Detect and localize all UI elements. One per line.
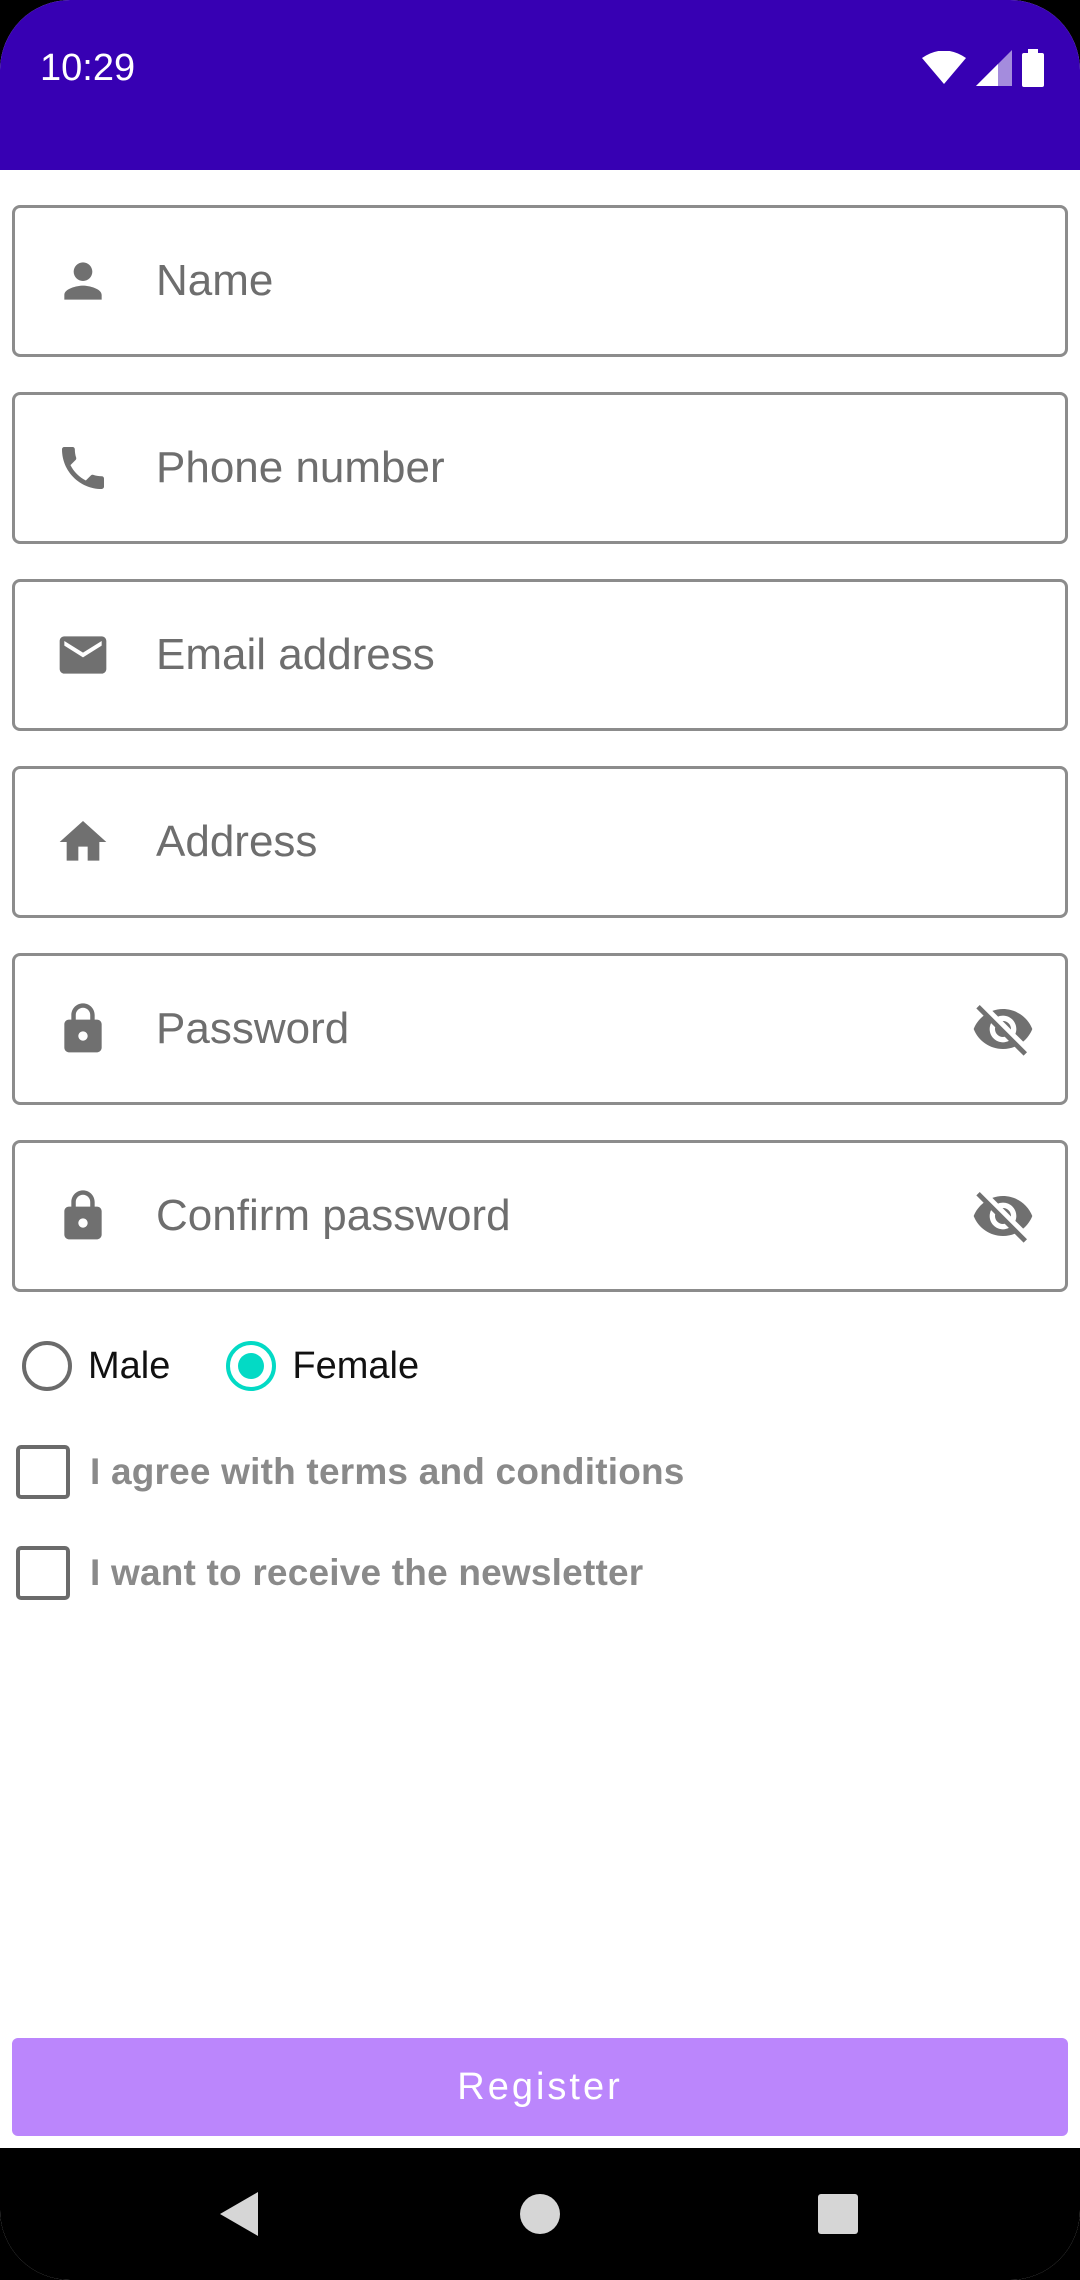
address-field[interactable]: Address: [12, 766, 1068, 918]
confirm-password-field[interactable]: Confirm password: [12, 1140, 1068, 1292]
radio-label-male: Male: [88, 1344, 171, 1387]
wifi-icon: [922, 51, 966, 84]
radio-female[interactable]: Female: [226, 1341, 419, 1391]
newsletter-checkbox[interactable]: [16, 1546, 70, 1600]
radio-button[interactable]: [22, 1341, 72, 1391]
recents-icon[interactable]: [808, 2184, 868, 2244]
register-button[interactable]: Register: [12, 2038, 1068, 2136]
address-placeholder: Address: [156, 817, 318, 866]
home-icon: [59, 821, 107, 861]
visibility-off-icon[interactable]: [971, 997, 1035, 1061]
app-screen: 10:29 Name Phone number Email address Ad…: [0, 0, 1080, 2280]
terms-label: I agree with terms and conditions: [90, 1451, 685, 1492]
password-placeholder: Password: [156, 1004, 350, 1053]
radio-male[interactable]: Male: [22, 1341, 170, 1391]
radio-button-selected[interactable]: [226, 1341, 277, 1391]
status-time: 10:29: [40, 47, 136, 89]
name-field[interactable]: Name: [12, 205, 1068, 357]
phone-icon: [62, 447, 104, 489]
lock-icon: [64, 1190, 102, 1240]
name-placeholder: Name: [156, 256, 274, 305]
confirm-password-placeholder: Confirm password: [156, 1191, 511, 1240]
phone-field[interactable]: Phone number: [12, 392, 1068, 544]
email-placeholder: Email address: [156, 630, 435, 679]
password-field[interactable]: Password: [12, 953, 1068, 1105]
radio-label-female: Female: [292, 1344, 420, 1387]
terms-checkbox-row[interactable]: I agree with terms and conditions: [16, 1444, 685, 1500]
newsletter-checkbox-row[interactable]: I want to receive the newsletter: [16, 1545, 643, 1601]
visibility-off-icon[interactable]: [971, 1184, 1035, 1248]
terms-checkbox[interactable]: [16, 1445, 70, 1499]
status-bar: 10:29: [0, 0, 1080, 170]
lock-icon: [64, 1003, 102, 1053]
battery-icon: [1022, 49, 1044, 87]
back-icon[interactable]: [210, 2184, 270, 2244]
status-icons: [922, 46, 1044, 90]
phone-placeholder: Phone number: [156, 443, 445, 492]
newsletter-label: I want to receive the newsletter: [90, 1552, 644, 1593]
cell-signal-icon: [976, 50, 1012, 86]
person-icon: [64, 262, 102, 300]
home-circle-icon[interactable]: [510, 2184, 570, 2244]
navigation-bar: [0, 2148, 1080, 2280]
gender-radio-group: Male Female: [22, 1336, 419, 1396]
mail-icon: [59, 636, 107, 674]
email-field[interactable]: Email address: [12, 579, 1068, 731]
